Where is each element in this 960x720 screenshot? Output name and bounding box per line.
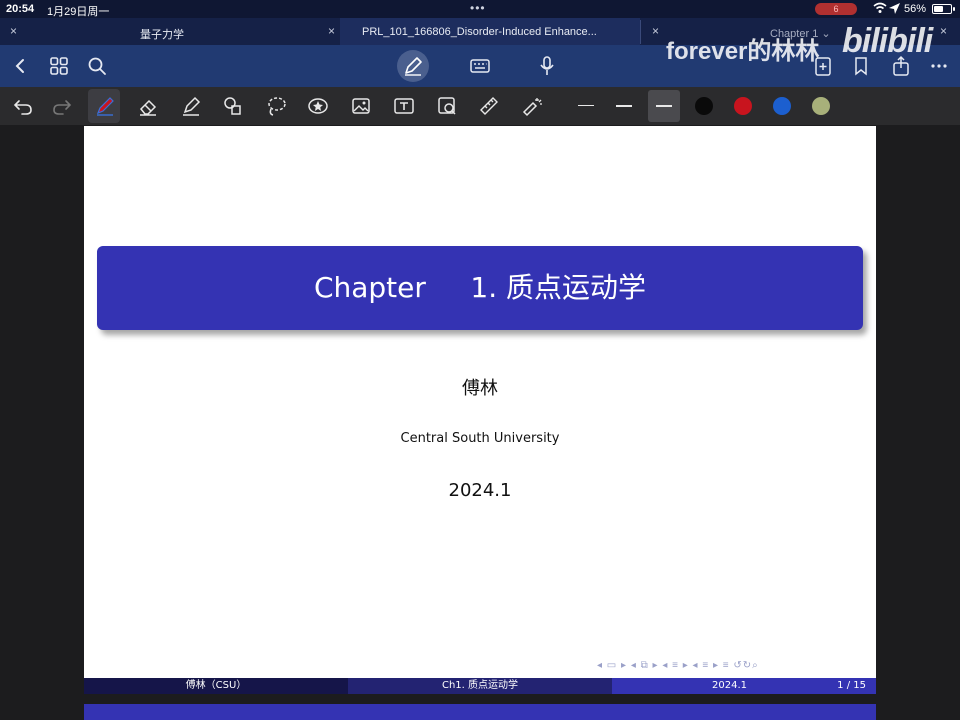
multitask-dots[interactable]: ••• (470, 1, 486, 15)
slide-author: 傅林 (462, 378, 498, 399)
slide-title: Chapter 1. 质点运动学 (313, 271, 647, 304)
bilibili-logo: bilibili (842, 22, 933, 60)
laser-pointer-icon[interactable] (521, 95, 543, 117)
pdf-page[interactable]: Chapter 1. 质点运动学 傅林 Central South Univer… (84, 126, 876, 694)
keyboard-icon[interactable] (469, 55, 491, 77)
image-icon[interactable] (350, 95, 372, 117)
eraser-icon[interactable] (137, 95, 159, 117)
record-badge: 6 (815, 3, 857, 15)
thin-line-option[interactable] (578, 105, 594, 106)
battery-percent: 56% (904, 3, 927, 15)
app-window: 20:54 1月29日周一 ••• 6 56% × 量子力学 × PRL_101… (0, 0, 960, 720)
ruler-icon[interactable] (478, 95, 500, 117)
close-icon[interactable]: × (328, 24, 335, 38)
thick-line-option[interactable] (656, 105, 672, 107)
watermark-text: forever的林林 (666, 38, 820, 65)
color-swatch-olive[interactable] (812, 97, 830, 115)
footer-title: Ch1. 质点运动学 (348, 678, 612, 694)
location-icon (889, 3, 900, 14)
pen-icon (405, 57, 422, 76)
sticker-icon[interactable] (307, 95, 329, 117)
footer-date: 2024.1 (712, 680, 747, 691)
grid-icon[interactable] (48, 55, 70, 77)
slide-institute: Central South University (400, 431, 560, 446)
status-time: 20:54 (6, 3, 35, 15)
lasso-icon[interactable] (265, 95, 287, 117)
undo-icon[interactable] (12, 95, 34, 117)
beamer-navigation-symbols[interactable]: ◂ ▭ ▸ ◂ ⧉ ▸ ◂ ≡ ▸ ◂ ≡ ▸ ≡ ↺↻⌕ (597, 660, 759, 672)
pen-mode-button[interactable] (397, 50, 429, 82)
tab-prl-paper[interactable]: × PRL_101_166806_Disorder-Induced Enhanc… (328, 18, 640, 45)
status-date: 1月29日周一 (47, 6, 110, 18)
redo-icon[interactable] (51, 95, 73, 117)
highlighter-icon[interactable] (180, 95, 202, 117)
close-icon[interactable]: × (10, 24, 17, 38)
wifi-icon (873, 2, 887, 13)
microphone-icon[interactable] (536, 55, 558, 77)
close-icon[interactable]: × (940, 24, 947, 38)
footer-right: 2024.1 1 / 15 (612, 678, 876, 694)
shapes-icon[interactable] (222, 95, 244, 117)
tab-label: 量子力学 (140, 29, 184, 41)
camera-icon[interactable] (436, 95, 458, 117)
color-swatch-black[interactable] (695, 97, 713, 115)
text-icon[interactable] (393, 95, 415, 117)
search-icon[interactable] (86, 55, 108, 77)
footer-author: 傅林（CSU） (84, 678, 348, 694)
battery-icon (932, 4, 955, 14)
close-icon[interactable]: × (652, 24, 659, 38)
color-swatch-red[interactable] (734, 97, 752, 115)
footer-page-number: 1 / 15 (837, 680, 866, 691)
color-swatch-blue[interactable] (773, 97, 791, 115)
back-icon[interactable] (10, 55, 32, 77)
status-bar: 20:54 1月29日周一 ••• 6 56% (0, 0, 960, 18)
pen-icon[interactable] (94, 95, 116, 117)
medium-line-option[interactable] (616, 105, 632, 107)
slide-date: 2024.1 (448, 480, 512, 501)
slide-title-box: Chapter 1. 质点运动学 (97, 246, 863, 330)
next-page-edge (84, 704, 876, 720)
slide-footer: 傅林（CSU） Ch1. 质点运动学 2024.1 1 / 15 (84, 678, 876, 694)
tab-label: PRL_101_166806_Disorder-Induced Enhance.… (362, 26, 597, 38)
tab-quantum-mechanics[interactable]: × 量子力学 (0, 18, 340, 45)
